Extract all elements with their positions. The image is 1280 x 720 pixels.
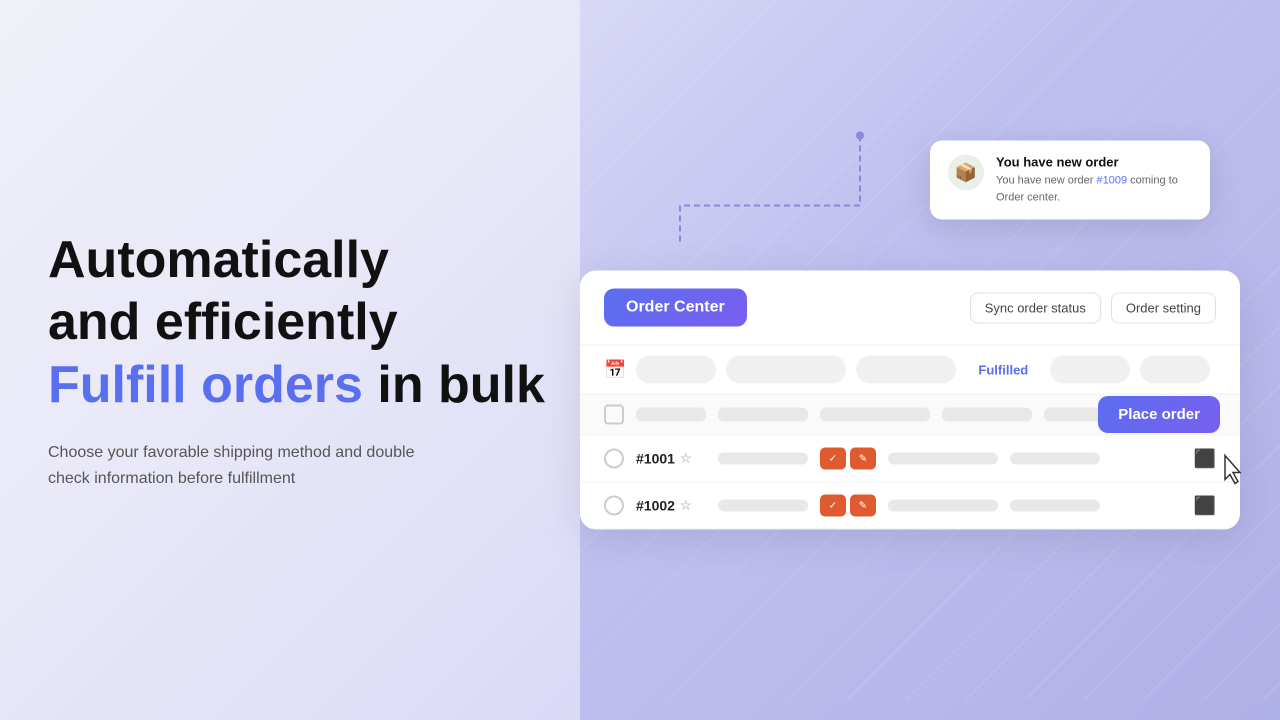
subtext-line1: Choose your favorable shipping method an… [48,444,414,461]
order-2-id: #1002 ☆ [636,498,706,514]
notification-title: You have new order [996,155,1192,170]
col-header-4 [942,408,1032,422]
place-order-button[interactable]: Place order [1098,396,1220,433]
row-2-action-icon[interactable]: ⬛ [1194,495,1216,516]
col-header-1 [636,408,706,422]
panel-header: Order Center Sync order status Order set… [580,271,1240,345]
subtext: Choose your favorable shipping method an… [48,440,468,491]
star-icon-2[interactable]: ☆ [680,498,692,514]
badge-check-2: ✓ [820,495,846,517]
subtext-line2: check information before fulfillment [48,470,295,487]
row-2-checkbox[interactable] [604,496,624,516]
col-header-3 [820,408,930,422]
notif-body-link[interactable]: #1009 [1097,175,1128,187]
headline-highlight: Fulfill orders [48,356,363,414]
filter-bar: 📅 Fulfilled [580,345,1240,395]
notification-icon: 📦 [948,155,984,191]
right-section: 📦 You have new order You have new order … [580,231,1240,490]
row-2-badges: ✓ ✎ [820,495,876,517]
row-2-col3 [1010,500,1100,512]
badge-edit-2: ✎ [850,495,876,517]
notif-body-prefix: You have new order [996,175,1097,187]
order-center-button[interactable]: Order Center [604,289,747,327]
row-2-col2 [888,500,998,512]
table-row: #1001 ☆ ✓ ✎ ⬛ [580,436,1240,483]
row-1-col1 [718,453,808,465]
notification-body: You have new order #1009 coming to Order… [996,173,1192,206]
order-1-id: #1001 ☆ [636,451,706,467]
filter-pill-2[interactable] [726,356,846,384]
col-header-2 [718,408,808,422]
row-1-action-icon[interactable]: ⬛ [1194,448,1216,469]
cursor [1220,454,1250,495]
header-actions: Sync order status Order setting [970,292,1216,323]
row-1-col2 [888,453,998,465]
row-1-col3 [1010,453,1100,465]
headline: Automatically and efficiently Fulfill or… [48,229,545,416]
table-header: Place order [580,395,1240,436]
row-1-checkbox[interactable] [604,449,624,469]
badge-edit-1: ✎ [850,448,876,470]
calendar-icon: 📅 [604,359,626,380]
sync-order-button[interactable]: Sync order status [970,292,1101,323]
row-1-badges: ✓ ✎ [820,448,876,470]
order-panel: Order Center Sync order status Order set… [580,271,1240,530]
headline-line3-rest: in bulk [363,356,545,414]
headline-line2: and efficiently [48,293,398,351]
left-section: Automatically and efficiently Fulfill or… [48,229,545,491]
order-setting-button[interactable]: Order setting [1111,292,1216,323]
table-row: #1002 ☆ ✓ ✎ ⬛ [580,483,1240,530]
select-all-checkbox[interactable] [604,405,624,425]
fulfilled-filter[interactable]: Fulfilled [966,358,1040,381]
notification-content: You have new order You have new order #1… [996,155,1192,206]
filter-pill-3[interactable] [856,356,956,384]
headline-line1: Automatically [48,231,389,289]
star-icon-1[interactable]: ☆ [680,451,692,467]
row-2-col1 [718,500,808,512]
filter-pill-5[interactable] [1140,356,1210,384]
filter-pill-1[interactable] [636,356,716,384]
connector-svg [670,126,870,246]
filter-pill-4[interactable] [1050,356,1130,384]
notification-card: 📦 You have new order You have new order … [930,141,1210,220]
badge-check-1: ✓ [820,448,846,470]
